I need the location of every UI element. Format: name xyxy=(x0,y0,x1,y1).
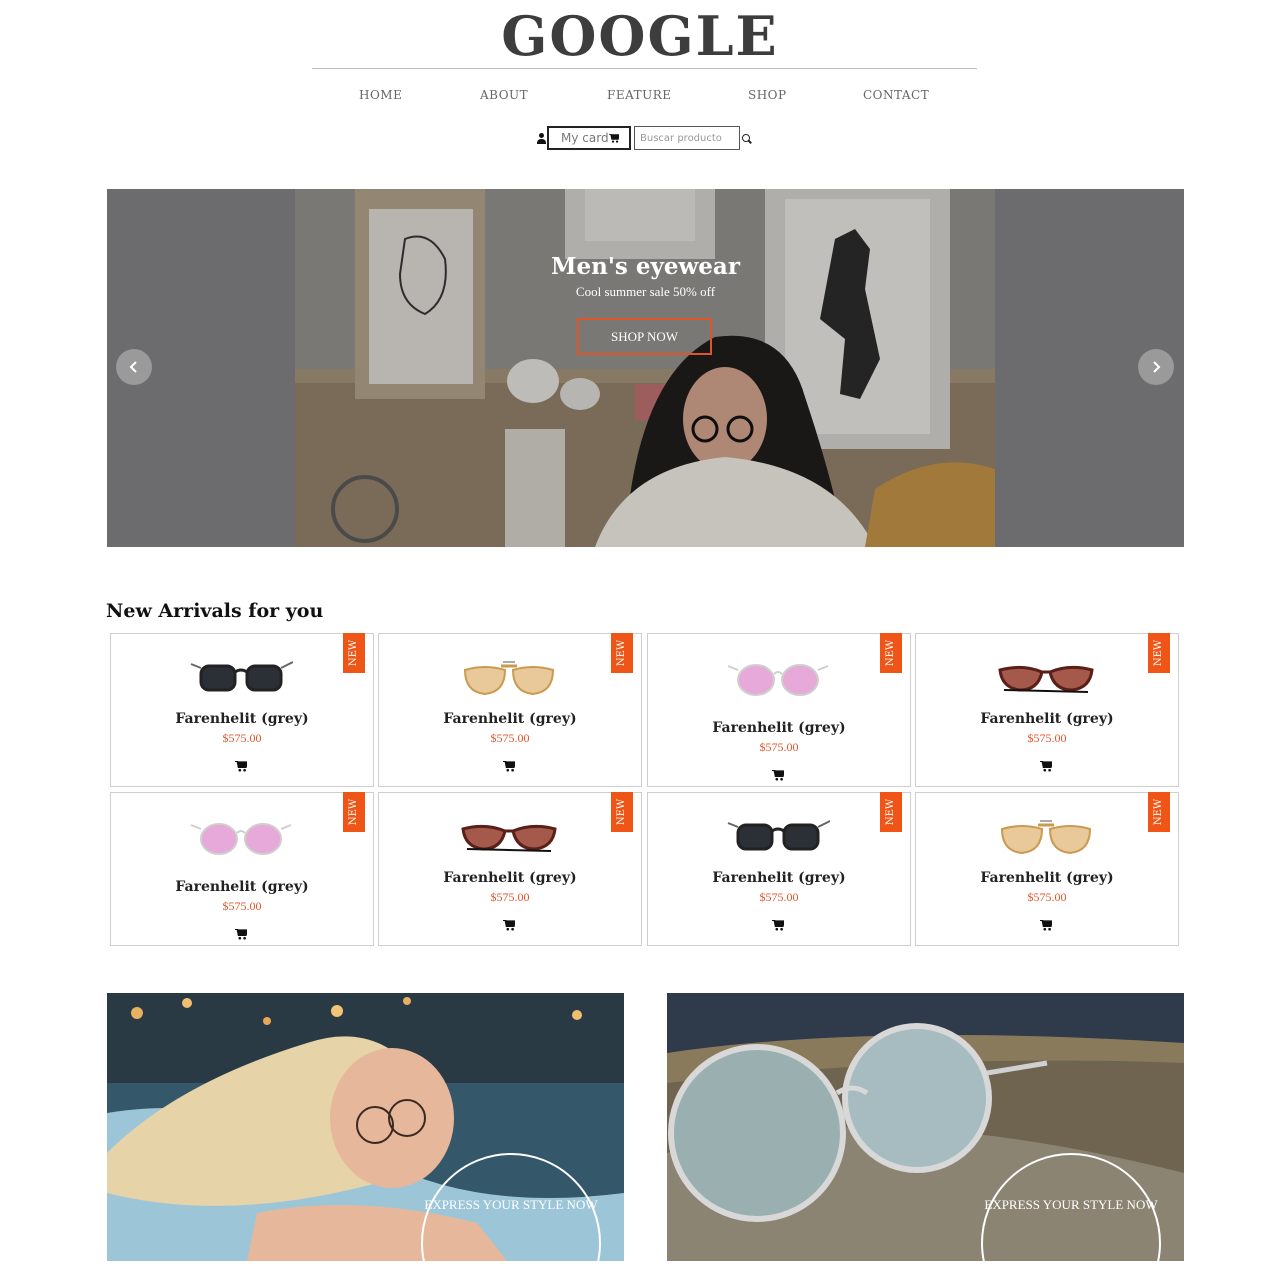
chevron-left-icon xyxy=(129,361,137,373)
new-badge-label: NEW xyxy=(348,798,359,826)
new-badge: NEW xyxy=(611,633,633,673)
product-grid: NEW Farenhelit (grey) $575.00 NEW Farenhelit… xyxy=(110,633,1180,948)
promo-banner-right[interactable]: Express your style now xyxy=(667,993,1184,1261)
product-card[interactable]: NEW Farenhelit (grey) $575.00 xyxy=(647,633,911,787)
carousel-prev-button[interactable] xyxy=(116,349,152,385)
product-price: $575.00 xyxy=(759,890,799,904)
add-to-cart-icon[interactable] xyxy=(772,770,784,781)
search-icon[interactable] xyxy=(742,134,750,142)
shop-now-button[interactable]: SHOP NOW xyxy=(577,318,712,355)
add-to-cart-icon[interactable] xyxy=(235,929,247,940)
main-nav: HOME ABOUT FEATURE SHOP CONTACT xyxy=(0,88,1280,106)
product-price: $575.00 xyxy=(1027,890,1067,904)
product-card[interactable]: NEW Farenhelit (grey) $575.00 xyxy=(110,633,374,787)
product-card[interactable]: NEW Farenhelit (grey) $575.00 xyxy=(647,792,911,946)
new-badge-label: NEW xyxy=(616,639,627,667)
product-name[interactable]: Farenhelit (grey) xyxy=(379,870,641,886)
product-card[interactable]: NEW Farenhelit (grey) $575.00 xyxy=(915,633,1179,787)
nav-about[interactable]: ABOUT xyxy=(480,88,528,102)
product-price: $575.00 xyxy=(759,740,799,754)
product-name[interactable]: Farenhelit (grey) xyxy=(111,711,373,727)
hero-subtitle: Cool summer sale 50% off xyxy=(575,284,716,299)
promo-text: Express your style now xyxy=(984,1197,1158,1212)
nav-shop[interactable]: SHOP xyxy=(748,88,787,102)
sunglasses-gold-aviator-icon xyxy=(463,661,555,696)
new-badge-label: NEW xyxy=(616,798,627,826)
add-to-cart-icon[interactable] xyxy=(1040,761,1052,772)
product-price: $575.00 xyxy=(490,731,530,745)
add-to-cart-icon[interactable] xyxy=(503,761,515,772)
new-badge-label: NEW xyxy=(1153,639,1164,667)
my-cart-button[interactable]: My card xyxy=(547,126,631,150)
sunglasses-pink-round-icon xyxy=(190,823,292,855)
cart-icon xyxy=(609,134,619,143)
product-name[interactable]: Farenhelit (grey) xyxy=(111,879,373,895)
add-to-cart-icon[interactable] xyxy=(1040,920,1052,931)
sunglasses-dark-wayfarer-icon xyxy=(190,661,293,692)
new-badge-label: NEW xyxy=(348,639,359,667)
search-input[interactable] xyxy=(634,126,740,150)
promo-text: Express your style now xyxy=(424,1197,598,1212)
new-arrivals-title: New Arrivals for you xyxy=(106,600,324,622)
carousel-next-button[interactable] xyxy=(1138,349,1174,385)
product-name[interactable]: Farenhelit (grey) xyxy=(379,711,641,727)
new-badge: NEW xyxy=(1148,633,1170,673)
product-price: $575.00 xyxy=(222,731,262,745)
sunglasses-brown-cateye-icon xyxy=(461,824,557,852)
user-icon[interactable] xyxy=(536,133,546,145)
new-badge: NEW xyxy=(880,792,902,832)
product-name[interactable]: Farenhelit (grey) xyxy=(916,870,1178,886)
sunglasses-dark-wayfarer-icon xyxy=(727,820,830,851)
product-card[interactable]: NEW Farenhelit (grey) $575.00 xyxy=(915,792,1179,946)
nav-home[interactable]: HOME xyxy=(359,88,402,102)
promo-banner-left[interactable]: Express your style now xyxy=(107,993,624,1261)
new-badge: NEW xyxy=(343,633,365,673)
sunglasses-gold-aviator-icon xyxy=(1000,820,1092,855)
hero-overlay xyxy=(107,189,1184,547)
product-price: $575.00 xyxy=(1027,731,1067,745)
product-name[interactable]: Farenhelit (grey) xyxy=(916,711,1178,727)
product-card[interactable]: NEW Farenhelit (grey) $575.00 xyxy=(378,633,642,787)
new-badge: NEW xyxy=(611,792,633,832)
nav-contact[interactable]: CONTACT xyxy=(863,88,929,102)
add-to-cart-icon[interactable] xyxy=(235,761,247,772)
cart-label: My card xyxy=(561,131,609,145)
product-name[interactable]: Farenhelit (grey) xyxy=(648,720,910,736)
add-to-cart-icon[interactable] xyxy=(772,920,784,931)
nav-feature[interactable]: FEATURE xyxy=(607,88,672,102)
hero-carousel: Men's eyewear Cool summer sale 50% off S… xyxy=(107,189,1184,547)
new-badge-label: NEW xyxy=(885,639,896,667)
chevron-right-icon xyxy=(1153,361,1161,373)
new-badge: NEW xyxy=(343,792,365,832)
new-badge-label: NEW xyxy=(885,798,896,826)
header-divider xyxy=(312,68,977,69)
product-price: $575.00 xyxy=(490,890,530,904)
hero-title: Men's eyewear xyxy=(551,253,740,280)
new-badge-label: NEW xyxy=(1153,798,1164,826)
new-badge: NEW xyxy=(880,633,902,673)
new-badge: NEW xyxy=(1148,792,1170,832)
add-to-cart-icon[interactable] xyxy=(503,920,515,931)
sunglasses-pink-round-icon xyxy=(727,664,829,696)
site-logo[interactable]: GOOGLE xyxy=(0,4,1280,68)
product-card[interactable]: NEW Farenhelit (grey) $575.00 xyxy=(378,792,642,946)
sunglasses-brown-cateye-icon xyxy=(998,665,1094,693)
product-card[interactable]: NEW Farenhelit (grey) $575.00 xyxy=(110,792,374,946)
product-name[interactable]: Farenhelit (grey) xyxy=(648,870,910,886)
product-price: $575.00 xyxy=(222,899,262,913)
